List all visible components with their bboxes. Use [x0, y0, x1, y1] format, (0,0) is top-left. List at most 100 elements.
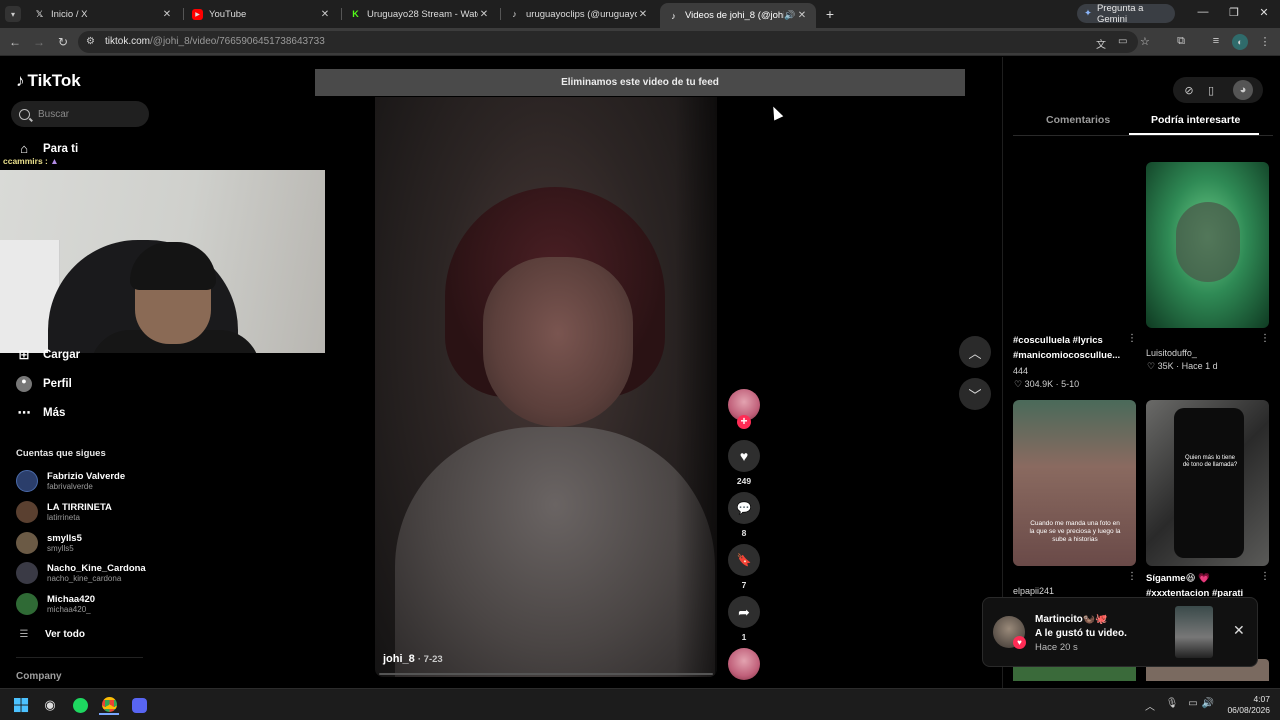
tab-underline-base: [1013, 135, 1273, 136]
tray-chevron-icon[interactable]: ︿: [1143, 698, 1157, 713]
browser-menu-icon[interactable]: ⋮: [1257, 35, 1273, 48]
following-account[interactable]: smylls5 smylls5: [16, 532, 82, 554]
nav-for-you[interactable]: ⌂ Para ti: [16, 141, 78, 156]
close-icon[interactable]: ✕: [796, 10, 808, 21]
recommended-thumbnail[interactable]: [1013, 162, 1136, 328]
webcam-overlay: [0, 170, 325, 353]
close-icon[interactable]: ✕: [319, 9, 331, 20]
like-button[interactable]: ♥: [728, 440, 760, 472]
extensions-icon[interactable]: ⧉: [1173, 35, 1189, 48]
explore-icon[interactable]: ⊘: [1178, 79, 1200, 101]
media-controls-icon[interactable]: ≡: [1208, 35, 1224, 47]
recommended-thumbnail[interactable]: Quien más lo tiene de tono de llamada?: [1146, 400, 1269, 566]
save-button[interactable]: 🔖: [728, 544, 760, 576]
site-info-icon[interactable]: ⚙: [86, 36, 95, 47]
video-author-line[interactable]: johi_8 · 7-23: [383, 653, 443, 665]
nav-upload[interactable]: ⊞ Cargar: [16, 347, 81, 363]
share-arrow-icon: ➦: [738, 603, 750, 620]
x-icon: 𝕏: [35, 8, 44, 19]
nav-profile[interactable]: ● Perfil: [16, 376, 72, 392]
more-options-icon[interactable]: ⋮: [1127, 571, 1137, 582]
spotify-icon[interactable]: [70, 695, 90, 715]
profile-avatar[interactable]: ◐: [1232, 34, 1248, 50]
youtube-icon: ▶: [192, 8, 203, 20]
recommended-thumbnail[interactable]: Cuando me manda una foto en la que se ve…: [1013, 400, 1136, 566]
chrome-icon[interactable]: [99, 695, 119, 715]
browser-toolbar: ← → ↻ ⚙ tiktok.com/@johi_8/video/7665906…: [0, 28, 1280, 56]
address-bar[interactable]: ⚙ tiktok.com/@johi_8/video/7665906451738…: [78, 31, 1150, 53]
video-player[interactable]: [375, 97, 717, 677]
search-input[interactable]: Buscar: [11, 101, 149, 127]
user-avatar[interactable]: ◕: [1233, 80, 1253, 100]
recommended-user[interactable]: Luisitoduffo_: [1146, 348, 1197, 358]
close-icon[interactable]: ✕: [1233, 622, 1245, 639]
device-icon[interactable]: ▯: [1200, 79, 1222, 101]
more-options-icon[interactable]: ⋮: [1260, 333, 1270, 344]
cast-icon[interactable]: ▭: [1118, 36, 1127, 47]
following-account[interactable]: Michaa420 michaa420_: [16, 593, 95, 615]
nav-more[interactable]: ⋯ Más: [16, 405, 66, 421]
recommended-user[interactable]: elpapii241: [1013, 586, 1054, 596]
recommended-caption[interactable]: #cosculluela #lyrics #manicomiocosculluе…: [1013, 333, 1133, 363]
microphone-icon[interactable]: 🎙: [1165, 698, 1179, 709]
tab-comments[interactable]: Comentarios: [1046, 114, 1110, 126]
follow-plus-button[interactable]: +: [737, 415, 751, 429]
back-button[interactable]: ←: [7, 35, 23, 49]
tab-johi8-active[interactable]: ♪ Videos de johi_8 (@johi_8) 🔊 ✕: [660, 3, 816, 28]
music-disc-avatar[interactable]: [728, 648, 760, 680]
comment-button[interactable]: 💬: [728, 492, 760, 524]
close-icon[interactable]: ✕: [478, 9, 490, 20]
video-progress-bar[interactable]: [379, 673, 713, 675]
close-icon[interactable]: ✕: [637, 9, 649, 20]
taskbar-clock[interactable]: 4:07 06/08/2026: [1226, 694, 1270, 716]
recommended-meta: ♡ 35K · Hace 1 d: [1147, 361, 1218, 371]
next-video-button[interactable]: ﹀: [959, 378, 991, 410]
previous-video-button[interactable]: ︿: [959, 336, 991, 368]
gemini-button[interactable]: ✦ Pregunta a Gemini: [1077, 3, 1175, 25]
company-link[interactable]: Company: [16, 671, 62, 682]
tab-youtube[interactable]: ▶ YouTube ✕: [184, 4, 339, 24]
comment-count: 8: [741, 528, 747, 538]
restore-button[interactable]: ❐: [1224, 6, 1244, 19]
tab-uruguayoclips[interactable]: ♪ uruguayoclips (@uruguayoclips ✕: [501, 4, 657, 24]
forward-button[interactable]: →: [31, 35, 47, 49]
volume-icon[interactable]: 🔊: [1201, 698, 1215, 709]
new-tab-button[interactable]: +: [822, 6, 838, 22]
bookmark-star-icon[interactable]: ☆: [1140, 35, 1150, 48]
right-panel: ⊘ ▯ ◕ Comentarios Podría interesarte #co…: [1002, 57, 1280, 688]
more-options-icon[interactable]: ⋮: [1127, 333, 1137, 344]
active-tab-indicator: [1129, 133, 1259, 135]
minimize-button[interactable]: —: [1193, 6, 1213, 18]
following-account[interactable]: Fabrizio Valverde fabrivalverde: [16, 470, 125, 492]
tab-inicio-x[interactable]: 𝕏 Inicio / X ✕: [26, 4, 181, 24]
tab-list-button[interactable]: ▾: [5, 6, 21, 22]
close-icon[interactable]: ✕: [161, 9, 173, 20]
avatar: [16, 532, 38, 554]
like-notification-toast[interactable]: ♥ Martincito🦦🐙 A le gustó tu video. Hace…: [982, 597, 1258, 667]
following-account[interactable]: Nacho_Kine_Cardona nacho_kine_cardona: [16, 562, 146, 584]
tiktok-logo[interactable]: ♪ TikTok: [16, 71, 81, 91]
obs-icon[interactable]: ◉: [40, 695, 60, 715]
see-all-following[interactable]: ☰ Ver todo: [16, 629, 86, 640]
windows-start-icon[interactable]: [11, 695, 31, 715]
network-icon[interactable]: ▭: [1186, 698, 1200, 709]
video-frame-face: [483, 257, 633, 427]
share-button[interactable]: ➦: [728, 596, 760, 628]
avatar: [16, 470, 38, 492]
recommended-thumbnail[interactable]: [1146, 162, 1269, 328]
thumb-phone: [1174, 408, 1244, 558]
thumb-overlay-text: Quien más lo tiene de tono de llamada?: [1182, 455, 1238, 468]
tab-kick-stream[interactable]: K Uruguayo28 Stream - Watch Li ✕: [342, 4, 498, 24]
heart-icon: ♥: [739, 448, 749, 464]
url-text[interactable]: tiktok.com/@johi_8/video/766590645173864…: [105, 36, 325, 47]
more-options-icon[interactable]: ⋮: [1260, 571, 1270, 582]
discord-icon[interactable]: [129, 695, 149, 715]
window-close-button[interactable]: ✕: [1254, 6, 1274, 19]
audio-playing-icon[interactable]: 🔊: [784, 10, 796, 21]
save-count: 7: [741, 580, 747, 590]
following-account[interactable]: LA TIRRINETA latirrineta: [16, 501, 112, 523]
reload-button[interactable]: ↻: [55, 35, 71, 49]
tab-recommended[interactable]: Podría interesarte: [1151, 114, 1240, 126]
translate-icon[interactable]: 文: [1096, 36, 1106, 51]
video-frame-shadow: [675, 97, 717, 677]
